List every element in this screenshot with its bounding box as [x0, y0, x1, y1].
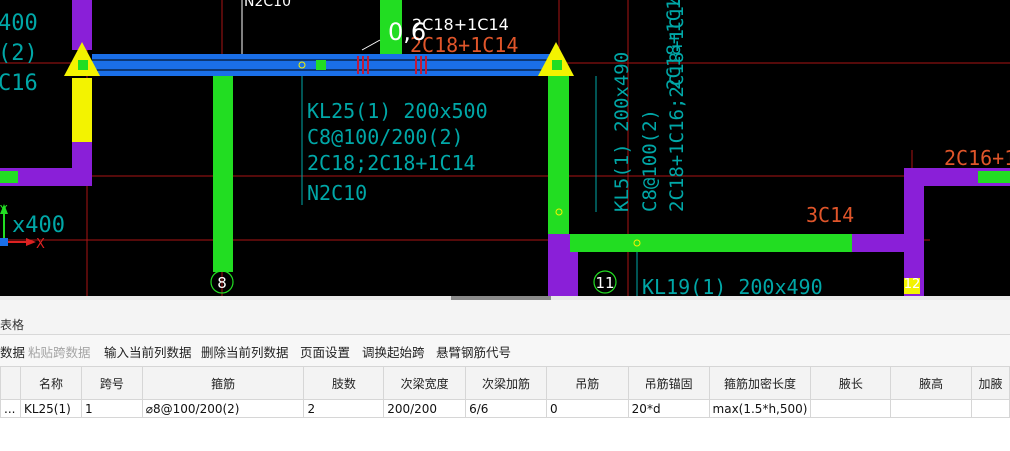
beam-right-green[interactable]	[978, 171, 1010, 183]
top-cut-label: N2C10	[244, 0, 291, 10]
beam-grip-mid[interactable]	[316, 60, 326, 70]
cell-hanger[interactable]: 0	[545, 399, 629, 418]
header-secondary-width[interactable]: 次梁宽度	[383, 366, 467, 400]
toolbar-swap-start-span-button[interactable]: 调换起始跨	[362, 342, 425, 361]
kl25-label-3: 2C18;2C18+1C14	[307, 151, 476, 175]
table-panel-header: 表格	[0, 300, 1010, 335]
kl5-label-1: KL5(1) 200x490	[611, 52, 633, 212]
cell-secondary-bars[interactable]: 6/6	[465, 399, 547, 418]
left-label-3: C16	[0, 71, 38, 96]
grip-start[interactable]	[78, 60, 88, 70]
toolbar-page-setup-button[interactable]: 页面设置	[300, 342, 350, 361]
lower-rebar-label: 3C14	[806, 203, 854, 227]
beam-kl5[interactable]	[548, 76, 569, 234]
beam-left-green[interactable]	[0, 171, 18, 183]
table-empty-area	[0, 419, 1010, 451]
beam-axis-8[interactable]	[213, 76, 233, 272]
axis-label-11: 11	[595, 274, 614, 292]
kl25-label-2: C8@100/200(2)	[307, 125, 464, 149]
kl25-label-1: KL25(1) 200x500	[307, 99, 488, 123]
table-toolbar: 数据 粘贴跨数据 输入当前列数据 删除当前列数据 页面设置 调换起始跨 悬臂钢筋…	[0, 335, 1010, 367]
ucs-x-arrow-icon	[26, 238, 36, 246]
header-span[interactable]: 跨号	[80, 366, 143, 400]
header-haunch-height[interactable]: 腋高	[890, 366, 972, 400]
kl5-label-2: C8@100(2)	[639, 109, 661, 212]
cell-span[interactable]: 1	[80, 399, 143, 418]
beam-lower-purple[interactable]	[852, 234, 912, 252]
cell-legs[interactable]: 2	[303, 399, 385, 418]
grip-end[interactable]	[552, 60, 562, 70]
right-vertical-label: 2C18+1C14	[663, 0, 685, 90]
cell-secondary-width[interactable]: 200/200	[383, 399, 467, 418]
header-hanger-anchor[interactable]: 吊筋锚固	[627, 366, 710, 400]
toolbar-delete-column-button[interactable]: 删除当前列数据	[201, 342, 289, 361]
header-haunch-extra[interactable]: 加腋	[970, 366, 1010, 400]
cell-hanger-anchor[interactable]: 20*d	[627, 399, 710, 418]
cell-name[interactable]: KL25(1)	[19, 399, 82, 418]
header-secondary-bars[interactable]: 次梁加筋	[465, 366, 547, 400]
header-index	[0, 366, 21, 400]
cell-dense-length[interactable]: max(1.5*h,500)	[708, 399, 812, 418]
cad-drawing-canvas[interactable]: 8 11 12 400 (2) C16 x400 KL25(1) 200x500…	[0, 0, 1010, 297]
right-rebar-label: 2C16+1	[944, 146, 1010, 170]
kl25-label-4: N2C10	[307, 181, 367, 205]
axis-label-12: 12	[904, 277, 921, 292]
left-label-1: 400	[0, 11, 38, 36]
table-row[interactable]: ... KL25(1) 1 ⌀8@100/200(2) 2 200/200 6/…	[0, 399, 1010, 418]
cell-stirrup[interactable]: ⌀8@100/200(2)	[141, 399, 305, 418]
toolbar-cantilever-code-button[interactable]: 悬臂钢筋代号	[436, 342, 511, 361]
ucs-origin-icon	[0, 238, 8, 246]
leader-white-2	[361, 39, 381, 51]
header-stirrup[interactable]: 箍筋	[141, 366, 305, 400]
cell-haunch-length[interactable]	[810, 399, 892, 418]
ucs-y-label: Y	[0, 203, 8, 217]
panel-title: 表格	[0, 318, 25, 332]
left-label-2: (2)	[0, 41, 38, 66]
beam-table: 名称 跨号 箍筋 肢数 次梁宽度 次梁加筋 吊筋 吊筋锚固 箍筋加密长度 腋长 …	[0, 366, 1010, 418]
left-dim-label: x400	[12, 213, 65, 238]
header-hanger[interactable]: 吊筋	[545, 366, 629, 400]
column-left-yellow[interactable]	[72, 78, 92, 142]
toolbar-paste-span-data-button: 粘贴跨数据	[28, 345, 91, 360]
kl19-label: KL19(1) 200x490	[642, 275, 823, 297]
cell-index[interactable]: ...	[0, 399, 21, 418]
cell-haunch-height[interactable]	[890, 399, 972, 418]
header-dense-length[interactable]: 箍筋加密长度	[708, 366, 812, 400]
cad-drawing[interactable]: 8 11 12 400 (2) C16 x400 KL25(1) 200x500…	[0, 0, 1010, 297]
table-header-row: 名称 跨号 箍筋 肢数 次梁宽度 次梁加筋 吊筋 吊筋锚固 箍筋加密长度 腋长 …	[0, 366, 1010, 400]
header-name[interactable]: 名称	[19, 366, 82, 400]
cell-haunch-extra[interactable]	[970, 399, 1010, 418]
toolbar-input-column-button[interactable]: 输入当前列数据	[104, 342, 192, 361]
toolbar-paste-data-button[interactable]: 数据	[0, 342, 25, 361]
top-rebar-label-ghost: 2C18+1C14	[410, 33, 518, 57]
ucs-x-label: X	[36, 237, 45, 252]
beam-lower-3c14[interactable]	[570, 234, 852, 252]
header-haunch-length[interactable]: 腋长	[810, 366, 892, 400]
header-legs[interactable]: 肢数	[303, 366, 385, 400]
axis-label-8: 8	[217, 274, 227, 292]
top-rebar-label: 2C18+1C14	[412, 15, 509, 34]
